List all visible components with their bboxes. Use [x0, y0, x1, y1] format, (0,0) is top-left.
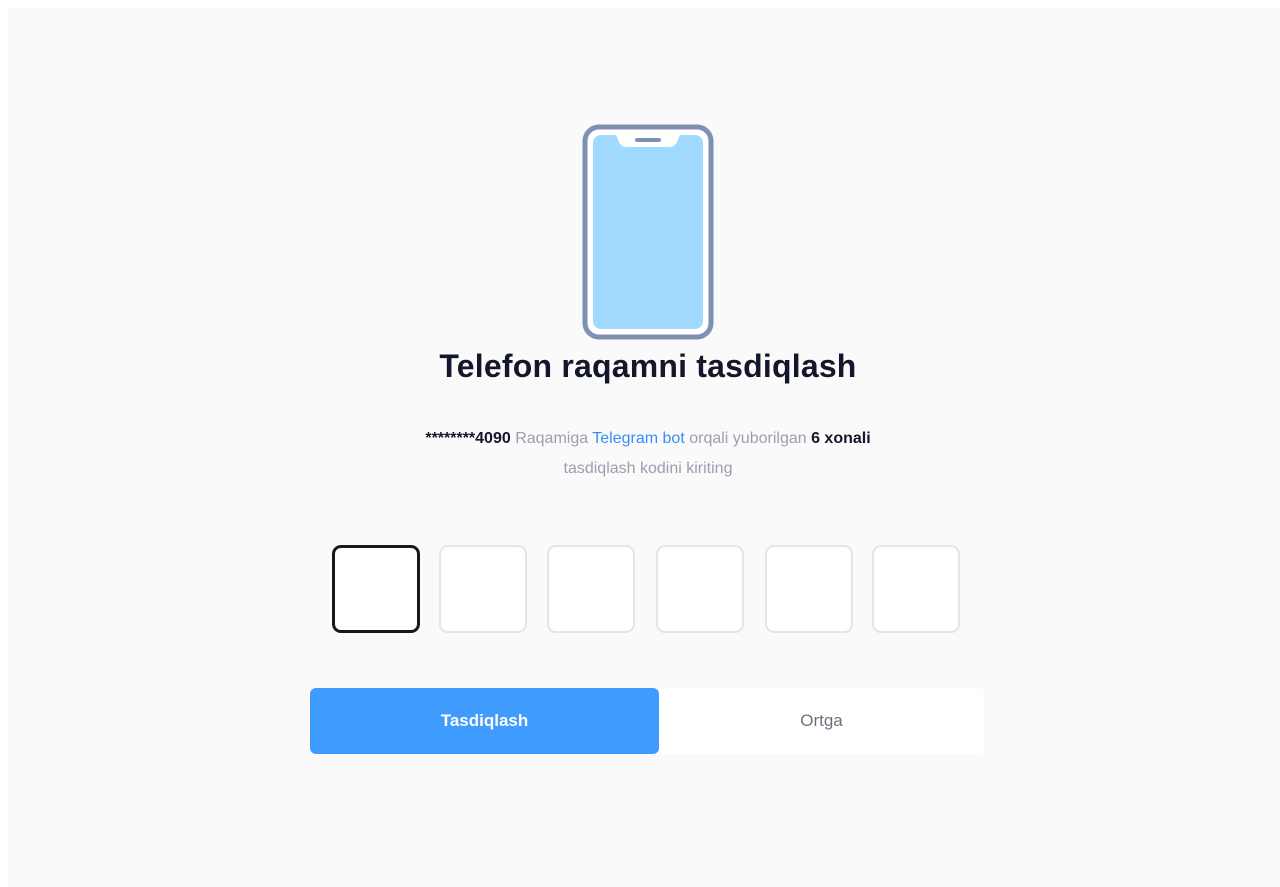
otp-digit-4[interactable]	[656, 545, 744, 633]
instruction-text: ********4090 Raqamiga Telegram bot orqal…	[330, 424, 966, 484]
instruction-part-1: Raqamiga	[510, 430, 593, 447]
otp-digit-2[interactable]	[439, 545, 527, 633]
code-length-text: 6 xonali	[811, 430, 871, 447]
instruction-part-2: orqali yuborilgan	[684, 430, 812, 447]
back-button[interactable]: Ortga	[659, 688, 984, 754]
telegram-bot-link[interactable]: Telegram bot	[592, 430, 685, 447]
otp-digit-6[interactable]	[872, 545, 960, 633]
instruction-part-3: tasdiqlash kodini kiriting	[563, 460, 733, 477]
otp-digit-1[interactable]	[332, 545, 420, 633]
smartphone-icon	[582, 124, 714, 340]
masked-phone-number: ********4090	[425, 430, 511, 447]
otp-digit-5[interactable]	[765, 545, 853, 633]
page-title: Telefon raqamni tasdiqlash	[439, 348, 857, 384]
otp-digit-3[interactable]	[547, 545, 635, 633]
confirm-button[interactable]: Tasdiqlash	[310, 688, 659, 754]
